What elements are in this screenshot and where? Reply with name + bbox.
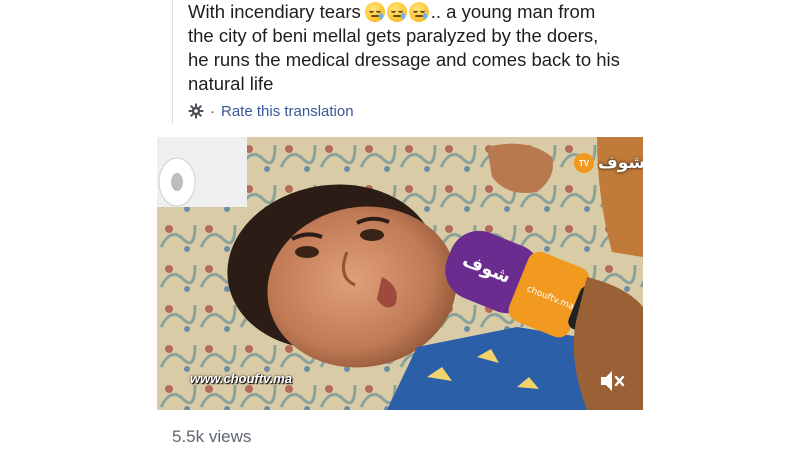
- logo-text: شوف: [598, 153, 643, 172]
- rate-translation-link[interactable]: Rate this translation: [221, 103, 354, 120]
- channel-logo: TV شوف: [568, 150, 643, 176]
- translation-separator: ·: [210, 102, 215, 120]
- video-player[interactable]: شوف chouftv.ma TV شوف www.chouftv.ma: [157, 137, 643, 410]
- crying-emoji-group: [364, 2, 429, 22]
- post-left-rule: [172, 0, 173, 124]
- view-count: 5.5k views: [172, 427, 252, 446]
- mute-button[interactable]: [598, 368, 628, 394]
- post-text-line-1-end: .. a young man from: [430, 1, 596, 22]
- crying-face-icon: [386, 2, 407, 22]
- video-frame: شوف chouftv.ma: [157, 137, 643, 410]
- translation-row: · Rate this translation: [188, 101, 354, 121]
- post-text-line-4: natural life: [188, 73, 274, 94]
- gear-icon[interactable]: [188, 103, 204, 119]
- crying-face-icon: [364, 2, 385, 22]
- video-watermark: www.chouftv.ma: [190, 371, 293, 386]
- post-text-line-2: the city of beni mellal gets paralyzed b…: [188, 25, 599, 46]
- crying-face-icon: [408, 2, 429, 22]
- post-text-line-1: With incendiary tears .. a young man from: [188, 0, 748, 24]
- logo-tv-badge: TV: [574, 153, 594, 173]
- speaker-muted-icon: [601, 371, 625, 391]
- post-text-line-3: he runs the medical dressage and comes b…: [188, 49, 620, 70]
- post-text-line-1-start: With incendiary tears: [188, 1, 361, 22]
- post-text: With incendiary tears .. a young man from…: [188, 0, 748, 96]
